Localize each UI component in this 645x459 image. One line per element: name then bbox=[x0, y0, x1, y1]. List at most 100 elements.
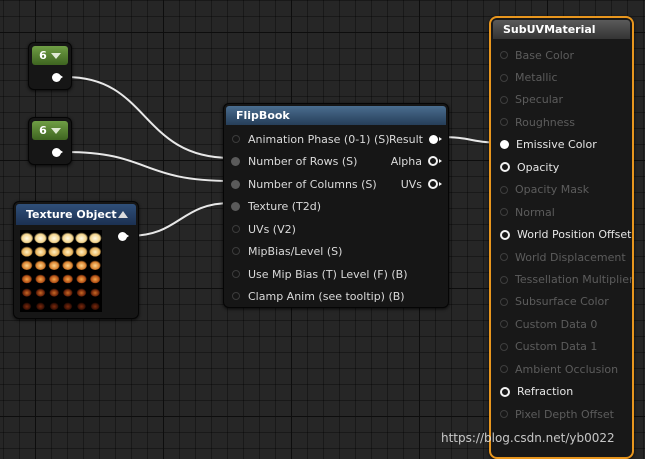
pin-label: Emissive Color bbox=[516, 138, 597, 152]
input-pin[interactable] bbox=[500, 118, 508, 127]
flipbook-output-result[interactable]: Result bbox=[389, 132, 442, 146]
material-pin-normal[interactable]: Normal bbox=[500, 205, 555, 219]
material-node-header[interactable]: SubUVMaterial bbox=[493, 20, 630, 39]
material-pin-world-displacement[interactable]: World Displacement bbox=[500, 250, 626, 264]
material-pin-opacity-mask[interactable]: Opacity Mask bbox=[500, 183, 589, 197]
sprite-frame bbox=[76, 288, 87, 297]
material-pin-metallic[interactable]: Metallic bbox=[500, 71, 558, 85]
input-pin[interactable] bbox=[500, 51, 508, 59]
sprite-frame bbox=[49, 288, 59, 297]
sprite-frame bbox=[90, 302, 100, 310]
flipbook-node-header[interactable]: FlipBook bbox=[226, 106, 446, 125]
sprite-frame bbox=[47, 232, 61, 244]
flipbook-output-uvs[interactable]: UVs bbox=[401, 177, 442, 191]
sprite-frame bbox=[22, 302, 32, 310]
flipbook-input-mip-bias[interactable]: MipBias/Level (S) bbox=[232, 244, 342, 258]
pin-label: Opacity Mask bbox=[515, 183, 590, 197]
sprite-frame bbox=[36, 302, 45, 310]
material-pin-tessellation-multiplier[interactable]: Tessellation Multiplier bbox=[500, 273, 632, 287]
material-pin-specular[interactable]: Specular bbox=[500, 93, 563, 107]
constant-header[interactable]: 6 bbox=[32, 46, 68, 65]
sprite-frame bbox=[76, 274, 87, 284]
pin-label: Alpha bbox=[390, 154, 422, 168]
input-pin[interactable] bbox=[232, 225, 240, 233]
input-pin[interactable] bbox=[231, 179, 240, 189]
material-result-node[interactable]: SubUVMaterial Base Color Metallic Specular… bbox=[489, 16, 634, 459]
input-pin[interactable] bbox=[500, 365, 508, 374]
input-pin[interactable] bbox=[231, 156, 240, 166]
input-pin[interactable] bbox=[231, 201, 240, 211]
sprite-frame bbox=[34, 246, 47, 257]
pin-label: Use Mip Bias (T) Level (F) (B) bbox=[248, 267, 408, 281]
input-pin[interactable] bbox=[500, 162, 510, 173]
flipbook-input-uvs[interactable]: UVs (V2) bbox=[232, 222, 296, 236]
constant-header[interactable]: 6 bbox=[32, 121, 68, 140]
flipbook-node[interactable]: FlipBook Animation Phase (0-1) (S) Numbe… bbox=[223, 103, 449, 308]
pin-label: Number of Rows (S) bbox=[248, 154, 358, 168]
flipbook-input-number-of-columns[interactable]: Number of Columns (S) bbox=[231, 177, 377, 191]
input-pin[interactable] bbox=[500, 208, 508, 217]
flipbook-input-number-of-rows[interactable]: Number of Rows (S) bbox=[231, 154, 357, 168]
input-pin[interactable] bbox=[232, 270, 240, 278]
texture-preview-thumbnail[interactable] bbox=[20, 230, 102, 312]
input-pin[interactable] bbox=[500, 320, 508, 329]
input-pin[interactable] bbox=[232, 247, 240, 255]
pin-label: World Displacement bbox=[515, 250, 626, 264]
material-pin-base-color[interactable]: Base Color bbox=[500, 48, 574, 62]
sprite-frame bbox=[62, 260, 74, 270]
constant-node-rows[interactable]: 6 bbox=[28, 42, 72, 90]
pin-label: Pixel Depth Offset bbox=[515, 407, 614, 421]
texture-object-node[interactable]: Texture Object bbox=[13, 201, 139, 319]
output-pin[interactable] bbox=[428, 179, 438, 189]
material-pin-ambient-occlusion[interactable]: Ambient Occlusion bbox=[500, 362, 618, 376]
flipbook-input-animation-phase[interactable]: Animation Phase (0-1) (S) bbox=[232, 132, 390, 146]
material-pin-custom-data-0[interactable]: Custom Data 0 bbox=[500, 317, 597, 331]
input-pin[interactable] bbox=[500, 95, 508, 104]
sprite-frame bbox=[35, 288, 46, 297]
input-pin[interactable] bbox=[500, 342, 508, 351]
pin-label: Roughness bbox=[515, 115, 576, 129]
sprite-frame bbox=[62, 274, 73, 284]
sprite-frame bbox=[48, 260, 60, 270]
input-pin[interactable] bbox=[500, 275, 508, 284]
input-pin[interactable] bbox=[500, 297, 508, 306]
output-pin[interactable] bbox=[429, 134, 438, 144]
texture-output-pin[interactable] bbox=[118, 232, 129, 241]
input-pin[interactable] bbox=[500, 253, 508, 261]
flipbook-output-alpha[interactable]: Alpha bbox=[391, 154, 442, 168]
material-pin-custom-data-1[interactable]: Custom Data 1 bbox=[500, 340, 597, 354]
input-pin[interactable] bbox=[500, 386, 510, 397]
material-pin-emissive-color[interactable]: Emissive Color bbox=[500, 138, 597, 152]
input-pin[interactable] bbox=[232, 135, 240, 143]
chevron-down-icon[interactable] bbox=[50, 127, 61, 134]
input-pin[interactable] bbox=[500, 410, 508, 419]
sprite-frame bbox=[22, 288, 32, 297]
input-pin[interactable] bbox=[500, 140, 509, 150]
collapse-icon[interactable] bbox=[118, 211, 128, 218]
chevron-down-icon[interactable] bbox=[50, 52, 61, 59]
material-pin-opacity[interactable]: Opacity bbox=[500, 160, 559, 174]
flipbook-input-texture[interactable]: Texture (T2d) bbox=[231, 199, 321, 213]
texture-node-header[interactable]: Texture Object bbox=[16, 204, 136, 225]
output-pin[interactable] bbox=[52, 73, 63, 82]
material-pin-refraction[interactable]: Refraction bbox=[500, 385, 573, 399]
output-pin[interactable] bbox=[52, 148, 63, 157]
input-pin[interactable] bbox=[500, 229, 510, 240]
sprite-frame bbox=[20, 232, 34, 244]
watermark: https://blog.csdn.net/yb0022 bbox=[441, 431, 615, 445]
output-pin[interactable] bbox=[428, 156, 438, 166]
input-pin[interactable] bbox=[500, 185, 508, 194]
material-pin-world-position-offset[interactable]: World Position Offset bbox=[500, 228, 631, 242]
input-pin[interactable] bbox=[232, 292, 240, 300]
constant-node-columns[interactable]: 6 bbox=[28, 117, 72, 165]
sprite-frame bbox=[88, 232, 102, 244]
sprite-frame bbox=[90, 288, 100, 297]
pin-label: Metallic bbox=[515, 71, 558, 84]
input-pin[interactable] bbox=[500, 73, 508, 82]
wire-constant2-to-columns bbox=[65, 151, 232, 182]
material-pin-roughness[interactable]: Roughness bbox=[500, 115, 575, 129]
flipbook-input-clamp-anim[interactable]: Clamp Anim (see tooltip) (B) bbox=[232, 289, 405, 303]
material-pin-subsurface-color[interactable]: Subsurface Color bbox=[500, 295, 609, 309]
flipbook-input-use-mip-bias[interactable]: Use Mip Bias (T) Level (F) (B) bbox=[232, 267, 408, 281]
material-pin-pixel-depth-offset[interactable]: Pixel Depth Offset bbox=[500, 407, 614, 421]
